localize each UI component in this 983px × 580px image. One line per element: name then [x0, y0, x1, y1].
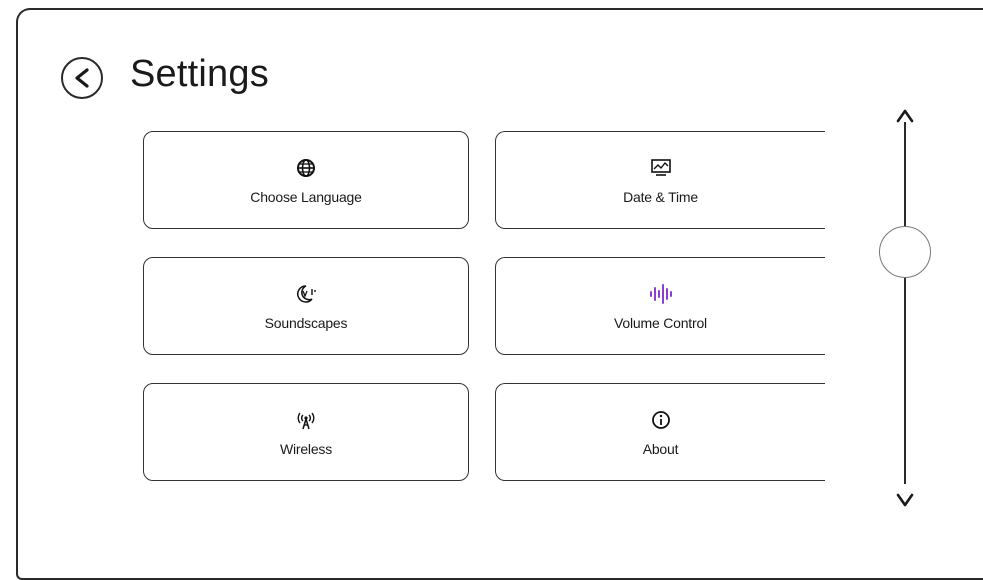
scrollbar-thumb[interactable]: [879, 226, 931, 278]
about-label: About: [642, 441, 679, 457]
globe-icon: [293, 155, 319, 181]
choose-language-label: Choose Language: [250, 189, 362, 205]
date-time-button[interactable]: Date & Time: [495, 131, 825, 229]
soundscapes-label: Soundscapes: [264, 315, 348, 331]
choose-language-button[interactable]: Choose Language: [143, 131, 469, 229]
info-icon: [648, 407, 674, 433]
volume-control-label: Volume Control: [614, 315, 707, 331]
date-time-label: Date & Time: [623, 189, 698, 205]
scrollbar-track[interactable]: [904, 122, 906, 484]
wireless-label: Wireless: [279, 441, 333, 457]
volume-control-button[interactable]: Volume Control: [495, 257, 825, 355]
page-title: Settings: [130, 53, 269, 95]
wireless-button[interactable]: Wireless: [143, 383, 469, 481]
scroll-down-button[interactable]: [893, 490, 917, 510]
back-button[interactable]: [61, 57, 103, 99]
moon-sound-icon: [293, 281, 319, 307]
sound-wave-icon: [648, 281, 674, 307]
monitor-chart-icon: [648, 155, 674, 181]
chevron-down-icon: [896, 493, 914, 507]
chevron-left-icon: [75, 68, 89, 88]
soundscapes-button[interactable]: Soundscapes: [143, 257, 469, 355]
wireless-tower-icon: [293, 407, 319, 433]
about-button[interactable]: About: [495, 383, 825, 481]
